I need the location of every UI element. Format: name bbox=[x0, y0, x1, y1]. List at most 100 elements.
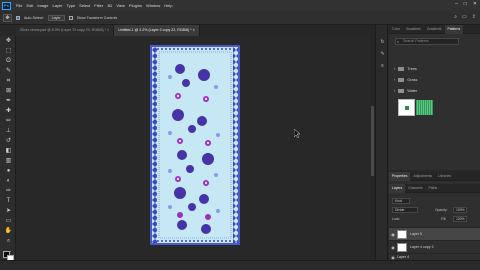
eye-icon[interactable]: ◉ bbox=[389, 255, 397, 260]
tab-layers[interactable]: Layers bbox=[389, 183, 406, 193]
menu-3d[interactable]: 3D bbox=[105, 3, 114, 8]
menu-image[interactable]: Image bbox=[35, 3, 50, 8]
tab-libraries[interactable]: Libraries bbox=[435, 172, 454, 181]
tab-channels[interactable]: Channels bbox=[405, 184, 425, 193]
minimize-icon[interactable]: – bbox=[455, 1, 458, 7]
scrollbar-thumb[interactable] bbox=[371, 106, 374, 176]
workspace-icon[interactable]: ▭ bbox=[462, 14, 467, 20]
crop-icon[interactable]: ⌗ bbox=[4, 78, 13, 85]
canvas-area[interactable] bbox=[16, 36, 375, 260]
healing-icon[interactable]: ✚ bbox=[4, 108, 13, 115]
menu-help[interactable]: Help bbox=[162, 3, 174, 8]
stamp-icon[interactable]: ⊥ bbox=[4, 128, 13, 135]
fill-label: Fill: bbox=[441, 217, 447, 221]
tab-adjustments[interactable]: Adjustments bbox=[410, 172, 435, 181]
history-panel-icon[interactable]: ↻ bbox=[379, 39, 386, 46]
folder-label: Trees bbox=[407, 67, 417, 71]
tab-paths[interactable]: Paths bbox=[426, 184, 441, 193]
dodge-icon[interactable]: ◐ bbox=[4, 178, 13, 185]
eye-icon[interactable]: ◉ bbox=[389, 245, 397, 250]
search-icon[interactable]: ⌕ bbox=[454, 14, 457, 20]
window-controls: – □ ✕ bbox=[455, 1, 477, 7]
options-bar: ✥ Auto-Select: Layer Show Transform Cont… bbox=[0, 11, 480, 25]
eyedropper-icon[interactable]: ✒ bbox=[4, 98, 13, 105]
search-placeholder: Search Patterns bbox=[403, 39, 429, 43]
layers-panel: Properties Adjustments Libraries Layers … bbox=[389, 171, 480, 260]
fill-field[interactable]: 100% bbox=[453, 216, 467, 222]
menu-plugins[interactable]: Plugins bbox=[127, 3, 144, 8]
search-patterns-input[interactable]: ⌕ Search Patterns bbox=[395, 38, 459, 45]
layer-filter-dropdown[interactable]: Kind bbox=[392, 198, 410, 204]
chevron-right-icon: › bbox=[394, 89, 396, 93]
folder-trees[interactable]: › Trees bbox=[394, 65, 417, 73]
brush-icon[interactable]: ✏ bbox=[4, 118, 13, 125]
chevron-right-icon: › bbox=[394, 78, 396, 82]
rectangle-icon[interactable]: ▭ bbox=[4, 218, 13, 225]
layer-row[interactable]: ◉ Layer 4 copy 2 bbox=[389, 240, 480, 253]
lock-label: Lock: bbox=[392, 217, 401, 221]
blend-mode-dropdown[interactable]: Divide bbox=[392, 207, 418, 213]
path-select-icon[interactable]: ➤ bbox=[4, 208, 13, 215]
layer-name: Layer 4 copy 2 bbox=[410, 245, 434, 249]
move-icon[interactable]: ✥ bbox=[4, 38, 13, 45]
pattern-swatch-selected[interactable] bbox=[398, 99, 415, 116]
tab-untitled-1[interactable]: Untitled-1 @ 2.2% (Layer 2 copy 22, RGB/… bbox=[114, 25, 200, 36]
opacity-field[interactable]: 100% bbox=[453, 207, 467, 213]
tab-color[interactable]: Color bbox=[389, 25, 403, 34]
menu-file[interactable]: File bbox=[14, 3, 24, 8]
quick-select-icon[interactable]: ✎ bbox=[4, 68, 13, 75]
tab-silver-clmns[interactable]: Silver clmns.psd @ 8.3% (Layer 72 copy 2… bbox=[16, 25, 115, 36]
transform-label: Show Transform Controls bbox=[76, 15, 118, 20]
auto-select-checkbox[interactable] bbox=[16, 15, 20, 20]
pattern-artwork bbox=[152, 47, 238, 243]
chevron-right-icon: › bbox=[394, 67, 396, 71]
gradient-icon[interactable]: ▥ bbox=[4, 158, 13, 165]
tab-patterns[interactable]: Patterns bbox=[444, 24, 464, 34]
maximize-icon[interactable]: □ bbox=[464, 1, 467, 7]
auto-select-dropdown[interactable]: Layer bbox=[47, 14, 65, 21]
folder-grass[interactable]: › Grass bbox=[394, 76, 417, 84]
layer-row[interactable]: ◉ Layer 5 bbox=[389, 227, 480, 240]
auto-select-label: Auto-Select: bbox=[24, 15, 44, 20]
frame-icon[interactable]: ⊠ bbox=[4, 88, 13, 95]
layer-thumbnail bbox=[397, 242, 407, 252]
type-icon[interactable]: T bbox=[4, 198, 13, 205]
tab-gradients[interactable]: Gradients bbox=[424, 25, 445, 34]
share-icon[interactable]: ⇪ bbox=[472, 14, 476, 20]
menu-filter[interactable]: Filter bbox=[92, 3, 105, 8]
blur-icon[interactable]: ● bbox=[4, 168, 13, 175]
folder-water[interactable]: › Water bbox=[394, 87, 417, 95]
menu-view[interactable]: View bbox=[114, 3, 127, 8]
marquee-icon[interactable]: ⬚ bbox=[4, 48, 13, 55]
menu-edit[interactable]: Edit bbox=[24, 3, 35, 8]
pen-icon[interactable]: ✑ bbox=[4, 188, 13, 195]
layer-row[interactable]: ◉ Layer 4 bbox=[389, 253, 480, 260]
folder-label: Grass bbox=[407, 78, 418, 82]
properties-panel-icon[interactable]: ≡ bbox=[379, 63, 386, 70]
status-bar bbox=[0, 260, 480, 270]
menu-layer[interactable]: Layer bbox=[50, 3, 64, 8]
zoom-icon[interactable]: ⌕ bbox=[4, 238, 13, 245]
pattern-swatch-green[interactable] bbox=[416, 100, 433, 115]
close-icon[interactable]: ✕ bbox=[473, 1, 477, 7]
tools-panel: ✥ ⬚ ʘ ✎ ⌗ ⊠ ✒ ✚ ✏ ⊥ ↺ ◧ ▥ ● ◐ ✑ T ➤ ▭ ✋ … bbox=[0, 36, 16, 266]
history-brush-icon[interactable]: ↺ bbox=[4, 138, 13, 145]
opacity-label: Opacity: bbox=[435, 208, 448, 212]
transform-checkbox[interactable] bbox=[68, 15, 73, 20]
eraser-icon[interactable]: ◧ bbox=[4, 148, 13, 155]
layers-panel-tabs: Layers Channels Paths bbox=[389, 183, 480, 193]
menu-window[interactable]: Window bbox=[144, 3, 162, 8]
document-canvas[interactable] bbox=[150, 45, 240, 245]
move-tool-icon[interactable]: ✥ bbox=[3, 13, 12, 22]
menu-select[interactable]: Select bbox=[77, 3, 92, 8]
menu-type[interactable]: Type bbox=[65, 3, 78, 8]
brush-settings-icon[interactable]: ✎ bbox=[379, 51, 386, 58]
document-tabs: Silver clmns.psd @ 8.3% (Layer 72 copy 2… bbox=[16, 25, 375, 36]
folder-icon bbox=[398, 67, 405, 71]
tab-properties[interactable]: Properties bbox=[389, 171, 411, 181]
options-right-icons: ⌕ ▭ ⇪ bbox=[454, 14, 476, 20]
lasso-icon[interactable]: ʘ bbox=[4, 58, 13, 65]
eye-icon[interactable]: ◉ bbox=[389, 232, 397, 237]
tab-swatches[interactable]: Swatches bbox=[403, 25, 424, 34]
hand-icon[interactable]: ✋ bbox=[4, 228, 13, 235]
